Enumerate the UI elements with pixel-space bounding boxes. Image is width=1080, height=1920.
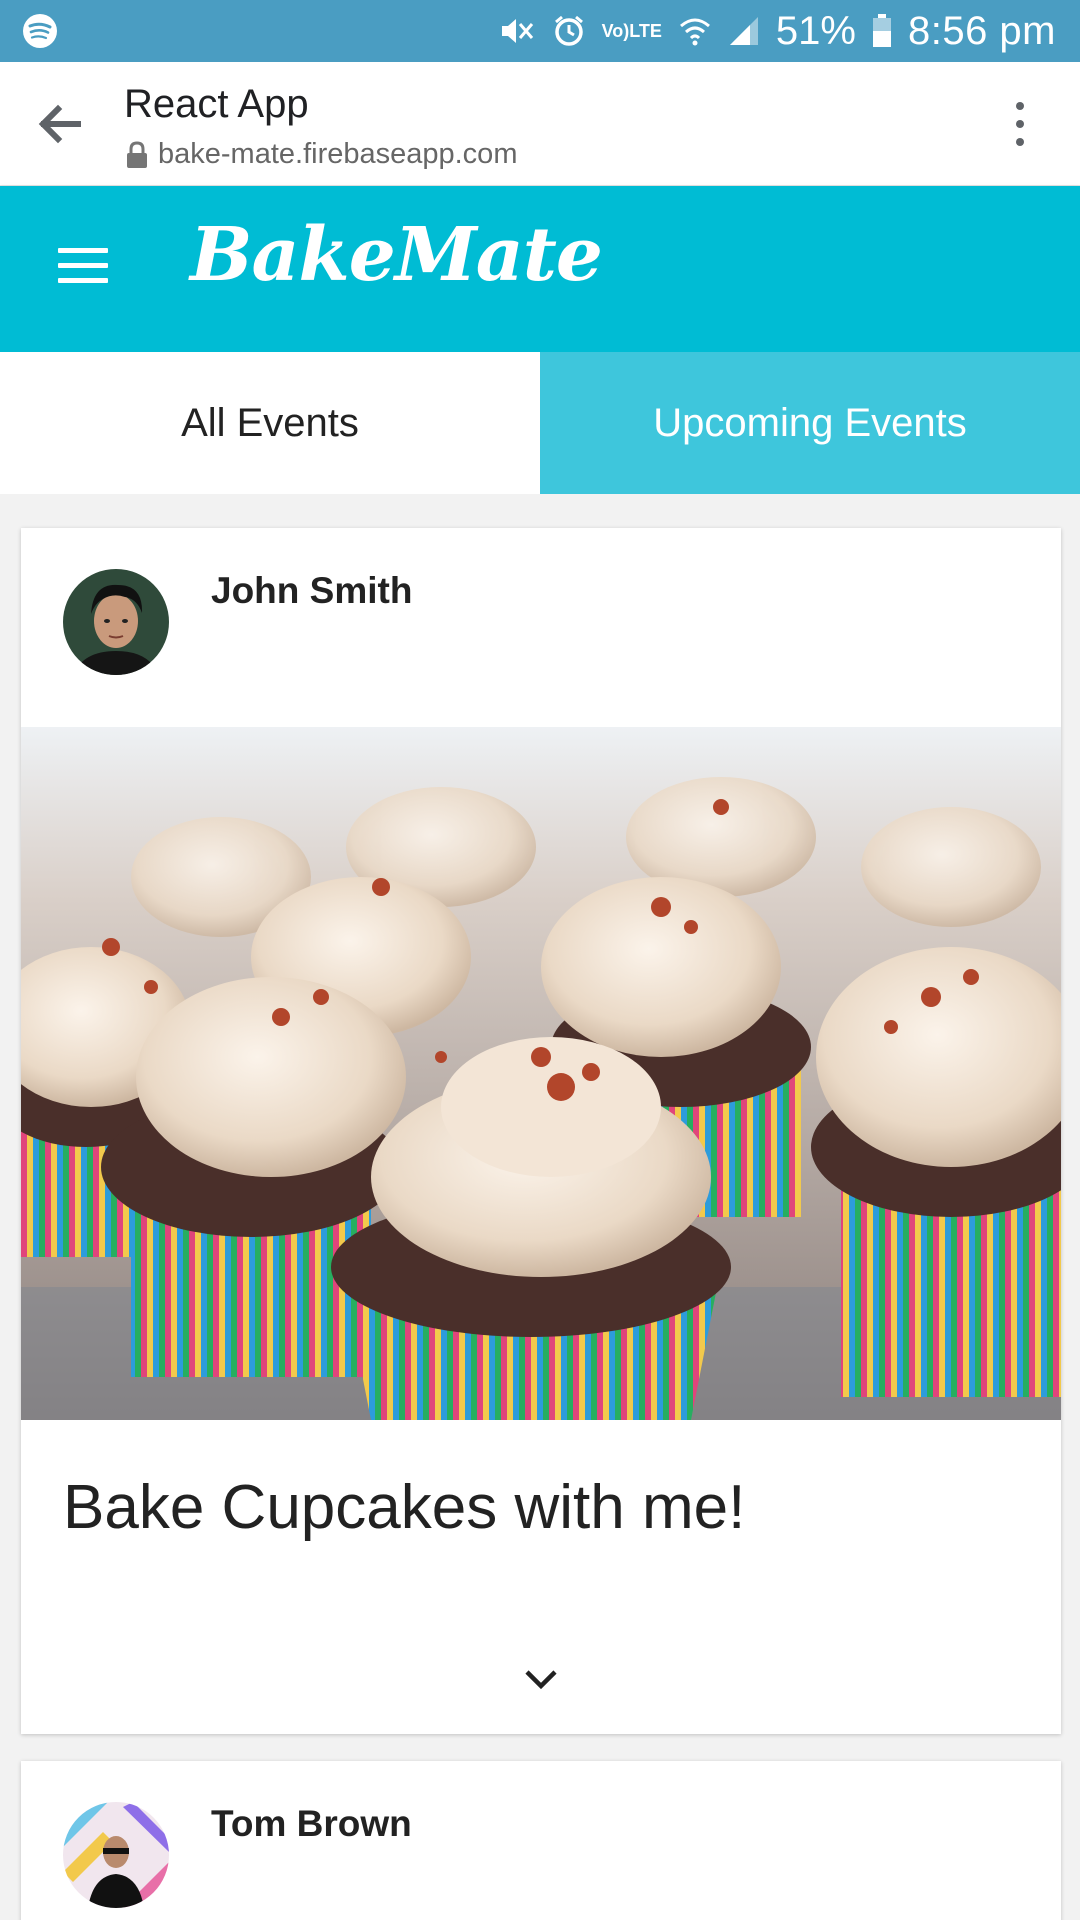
alarm-icon <box>552 14 586 48</box>
chevron-down-icon <box>525 1670 557 1690</box>
app-logo: BakeMate <box>190 212 603 298</box>
url-row: bake-mate.firebaseapp.com <box>126 138 517 171</box>
author-name: John Smith <box>211 570 413 611</box>
expand-button[interactable] <box>511 1656 571 1706</box>
wifi-icon <box>678 15 712 47</box>
status-bar: Vo) LTE 51% 8:56 pm <box>0 0 1080 62</box>
volte-label: Vo) <box>601 21 630 41</box>
page-title: React App <box>124 82 309 126</box>
hamburger-icon <box>58 248 108 283</box>
event-card: John Smith Bake Cupcakes with me! <box>21 528 1061 1734</box>
app-header: BakeMate <box>0 186 1080 352</box>
event-title: Bake Cupcakes with me! <box>63 1473 746 1542</box>
avatar <box>63 1802 169 1908</box>
author-name: Tom Brown <box>211 1803 412 1844</box>
site-url: bake-mate.firebaseapp.com <box>158 138 518 170</box>
volte-icon: Vo) LTE <box>601 21 662 41</box>
screen: Vo) LTE 51% 8:56 pm React App bake-mate.… <box>0 0 1080 1920</box>
clock: 8:56 pm <box>907 8 1056 53</box>
overflow-menu-button[interactable] <box>1010 98 1030 150</box>
status-left <box>22 13 58 49</box>
lock-icon <box>127 140 147 168</box>
status-right: Vo) LTE 51% 8:56 pm <box>498 9 1056 54</box>
battery-icon <box>872 14 892 48</box>
battery-percent: 51% <box>775 8 856 53</box>
menu-button[interactable] <box>58 248 108 288</box>
browser-bar: React App bake-mate.firebaseapp.com <box>0 62 1080 186</box>
spotify-icon <box>22 13 58 49</box>
signal-icon <box>728 15 760 47</box>
event-tabs: All Events Upcoming Events <box>0 352 1080 494</box>
event-card: Tom Brown <box>21 1761 1061 1920</box>
avatar <box>63 569 169 675</box>
back-arrow-icon <box>38 104 81 144</box>
tab-all-events[interactable]: All Events <box>0 352 540 494</box>
lte-label: LTE <box>629 21 662 41</box>
event-image[interactable] <box>21 727 1061 1420</box>
vibrate-icon <box>498 14 536 48</box>
back-button[interactable] <box>34 100 90 148</box>
more-vert-icon <box>1016 102 1024 146</box>
tab-upcoming-events[interactable]: Upcoming Events <box>540 352 1080 494</box>
